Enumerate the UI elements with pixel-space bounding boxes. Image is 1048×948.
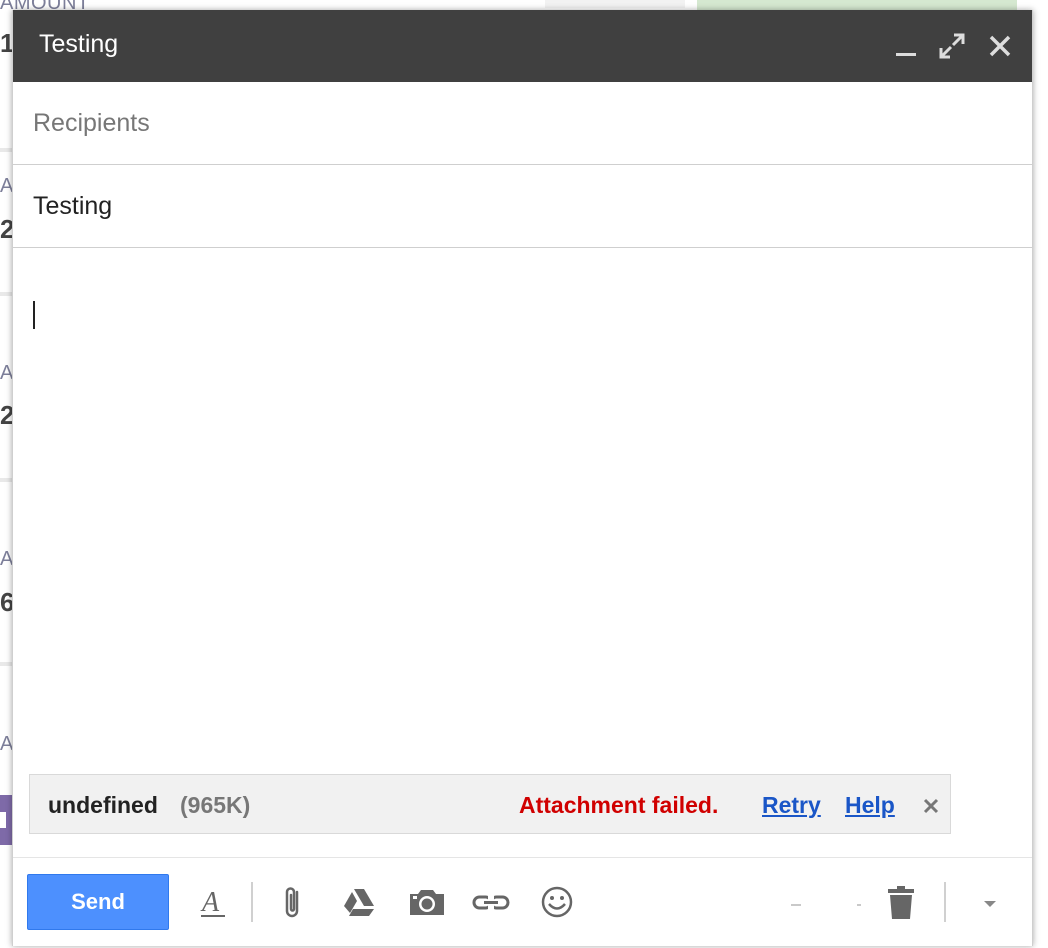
background-block bbox=[545, 0, 685, 8]
attachment-error: Attachment failed. bbox=[519, 792, 719, 818]
recipients-row bbox=[13, 82, 1032, 165]
retry-link[interactable]: Retry bbox=[762, 792, 821, 819]
formatting-icon[interactable]: A bbox=[193, 882, 233, 922]
toolbar-separator bbox=[944, 882, 946, 922]
toolbar-placeholder-mark bbox=[791, 904, 801, 906]
compose-titlebar[interactable]: Testing bbox=[13, 10, 1032, 82]
attachment-size: (965K) bbox=[180, 792, 251, 818]
compose-window: Testing undefined (965K) Attachment fail… bbox=[12, 10, 1033, 946]
drive-icon[interactable] bbox=[339, 882, 379, 922]
attachment-name: undefined bbox=[48, 792, 158, 818]
remove-attachment-icon[interactable] bbox=[920, 795, 942, 817]
link-icon[interactable] bbox=[471, 882, 511, 922]
background-divider bbox=[0, 292, 12, 296]
trash-icon[interactable] bbox=[881, 882, 921, 922]
toolbar-divider bbox=[13, 857, 1032, 858]
background-divider bbox=[0, 148, 12, 152]
toolbar-separator bbox=[251, 882, 253, 922]
recipients-input[interactable] bbox=[33, 82, 993, 164]
background-label-chip bbox=[0, 795, 12, 845]
background-divider bbox=[0, 478, 12, 482]
send-button[interactable]: Send bbox=[27, 874, 169, 930]
help-link[interactable]: Help bbox=[845, 792, 895, 819]
subject-input[interactable] bbox=[33, 165, 993, 247]
expand-icon[interactable] bbox=[938, 32, 966, 60]
chevron-down-icon[interactable] bbox=[975, 894, 1005, 914]
background-green-bar bbox=[697, 0, 1017, 10]
toolbar-placeholder-mark bbox=[857, 904, 861, 906]
attachment-chip: undefined (965K) Attachment failed. Retr… bbox=[29, 774, 951, 834]
subject-row bbox=[13, 165, 1032, 248]
svg-text:A: A bbox=[200, 887, 220, 918]
paperclip-icon[interactable] bbox=[275, 882, 315, 922]
camera-icon[interactable] bbox=[407, 882, 447, 922]
message-body[interactable] bbox=[13, 250, 1032, 770]
minimize-icon[interactable] bbox=[893, 32, 921, 60]
emoji-icon[interactable] bbox=[537, 882, 577, 922]
compose-title: Testing bbox=[39, 30, 119, 58]
close-icon[interactable] bbox=[986, 32, 1014, 60]
background-divider bbox=[0, 662, 12, 666]
text-cursor bbox=[33, 301, 35, 329]
